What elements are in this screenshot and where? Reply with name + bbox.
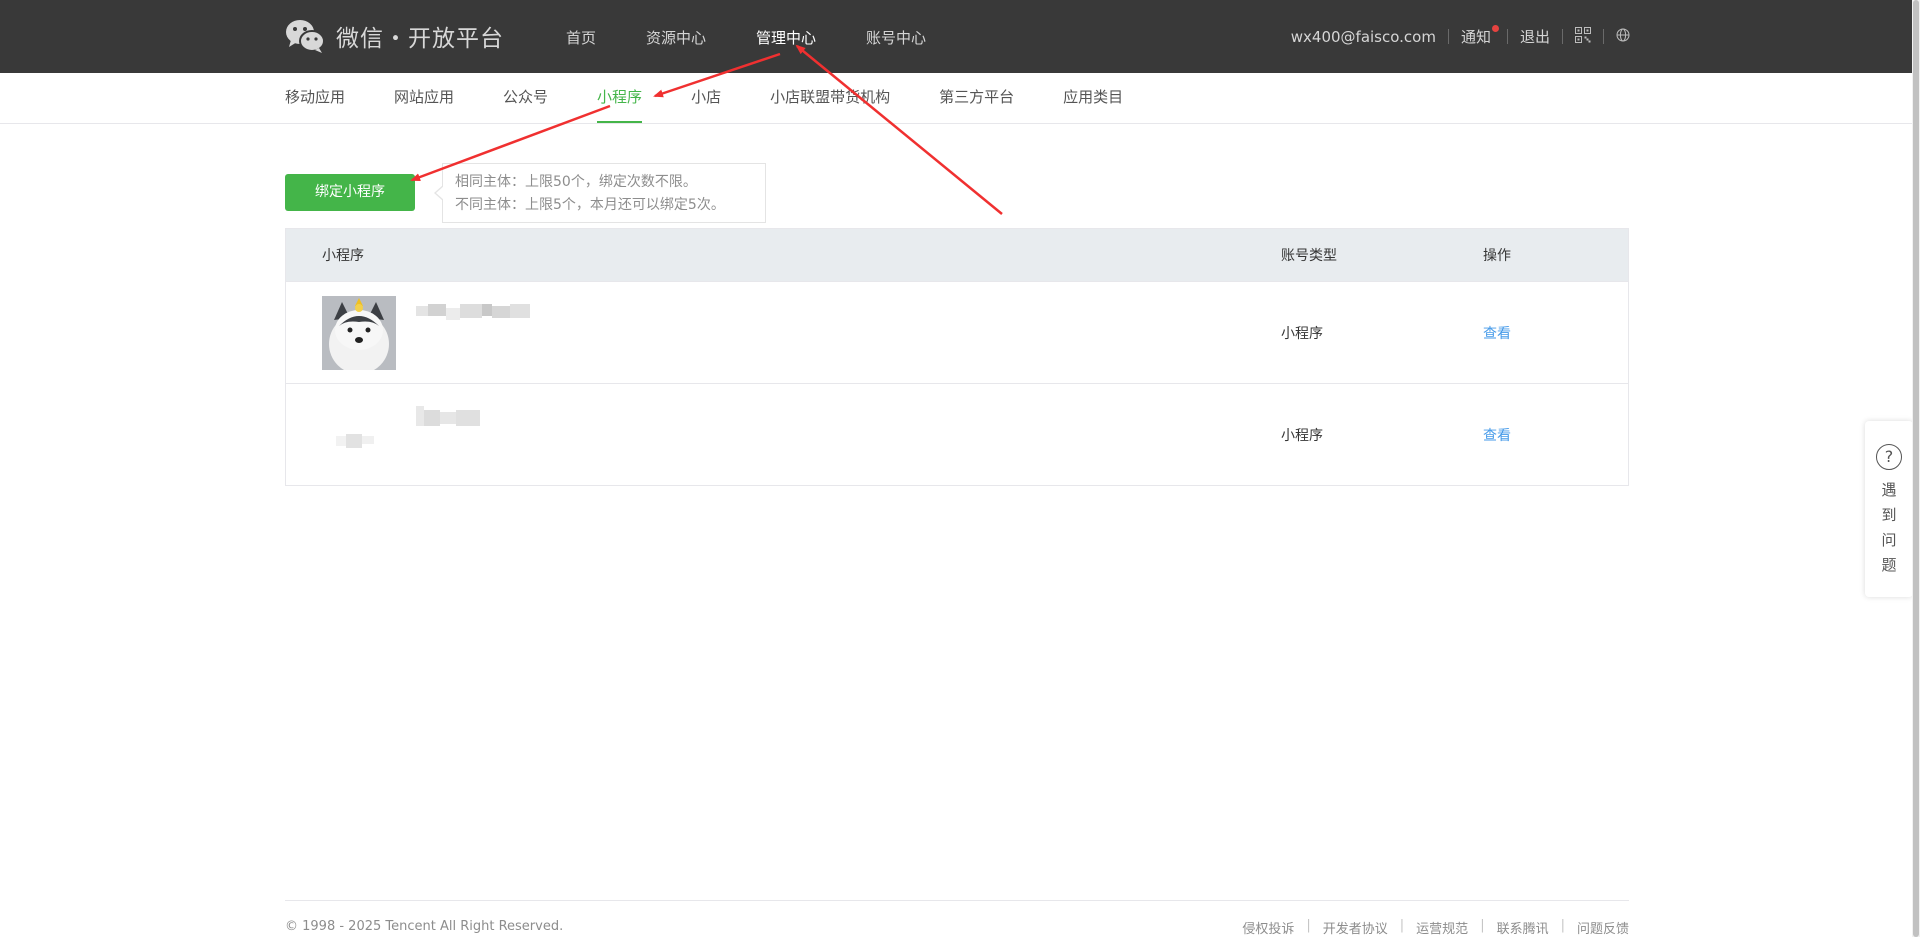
footer-link-contact[interactable]: 联系腾讯 [1497, 918, 1549, 937]
main-nav: 首页 资源中心 管理中心 账号中心 [566, 0, 976, 73]
divider [1562, 29, 1563, 44]
footer-separator: | [1560, 918, 1565, 933]
account-type: 小程序 [1281, 427, 1323, 444]
notice-dot [1491, 25, 1499, 32]
help-float-button[interactable]: ? 遇 到 问 题 [1865, 421, 1913, 597]
column-header-type: 账号类型 [1281, 248, 1337, 264]
logo-text: 微信・开放平台 [336, 26, 504, 52]
divider [1603, 29, 1604, 44]
subnav-third-party[interactable]: 第三方平台 [939, 73, 1014, 123]
notice-link[interactable]: 通知 [1460, 25, 1499, 47]
footer-link-dev-agreement[interactable]: 开发者协议 [1323, 918, 1388, 937]
logout-link[interactable]: 退出 [1520, 26, 1550, 47]
help-char: 到 [1881, 506, 1897, 524]
user-area: wx400@faisco.com 通知 退出 [1291, 0, 1630, 73]
footer-divider [285, 900, 1629, 901]
subnav-shop-alliance[interactable]: 小店联盟带货机构 [770, 73, 890, 123]
qrcode-icon[interactable] [1575, 26, 1591, 47]
subnav-mini-program[interactable]: 小程序 [597, 73, 643, 123]
subnav-shop[interactable]: 小店 [691, 73, 721, 123]
divider [1506, 29, 1508, 44]
main-nav-management[interactable]: 管理中心 [756, 0, 816, 73]
footer-link-infringement[interactable]: 侵权投诉 [1242, 918, 1294, 937]
logo[interactable]: 微信・开放平台 [285, 18, 504, 54]
tip-line: 相同主体：上限50个，绑定次数不限。 [455, 174, 697, 190]
subnav-website-app[interactable]: 网站应用 [394, 73, 454, 123]
mini-program-avatar [322, 295, 396, 370]
bind-limit-tip: 相同主体：上限50个，绑定次数不限。 不同主体：上限5个，本月还可以绑定5次。 [434, 163, 766, 223]
column-header-name: 小程序 [322, 248, 364, 264]
bind-mini-program-button[interactable]: 绑定小程序 [285, 174, 415, 211]
table-row: 小程序 查看 [286, 383, 1628, 485]
help-char: 问 [1881, 531, 1897, 549]
tip-line: 不同主体：上限5个，本月还可以绑定5次。 [455, 197, 725, 213]
copyright-text: © 1998 - 2025 Tencent All Right Reserved… [285, 919, 564, 934]
sub-nav: 移动应用 网站应用 公众号 小程序 小店 小店联盟带货机构 第三方平台 应用类目 [0, 73, 1920, 124]
account-type: 小程序 [1281, 325, 1323, 342]
footer-links: 侵权投诉 | 开发者协议 | 运营规范 | 联系腾讯 | 问题反馈 [1242, 918, 1629, 937]
footer-separator: | [1480, 918, 1485, 933]
view-link[interactable]: 查看 [1483, 428, 1511, 444]
blurred-name [416, 302, 530, 322]
mini-program-cell [286, 384, 1281, 485]
subnav-app-category[interactable]: 应用类目 [1063, 73, 1123, 123]
table-header: 小程序 账号类型 操作 [286, 229, 1628, 281]
help-char: 遇 [1881, 481, 1897, 499]
subnav-official-account[interactable]: 公众号 [503, 73, 548, 123]
mini-program-cell [286, 282, 1281, 383]
blurred-name [416, 404, 486, 426]
help-char: 题 [1881, 556, 1897, 574]
footer-separator: | [1399, 918, 1405, 933]
main-nav-home[interactable]: 首页 [566, 0, 596, 73]
mini-program-table: 小程序 账号类型 操作 小程序 查看 小程序 查看 [285, 228, 1629, 486]
question-icon: ? [1876, 444, 1902, 470]
footer-link-operation-rules[interactable]: 运营规范 [1416, 918, 1468, 937]
user-email[interactable]: wx400@faisco.com [1291, 28, 1436, 46]
divider [1447, 29, 1449, 44]
help-text: 遇 到 问 题 [1881, 478, 1897, 578]
globe-icon[interactable] [1616, 28, 1630, 46]
subnav-mobile-app[interactable]: 移动应用 [285, 73, 345, 123]
scrollbar-track[interactable] [1912, 0, 1920, 937]
top-header: 微信・开放平台 首页 资源中心 管理中心 账号中心 wx400@faisco.c… [0, 0, 1920, 73]
footer-separator: | [1306, 918, 1311, 933]
view-link[interactable]: 查看 [1483, 326, 1511, 342]
main-nav-resources[interactable]: 资源中心 [646, 0, 706, 73]
main-nav-account[interactable]: 账号中心 [866, 0, 926, 73]
table-row: 小程序 查看 [286, 281, 1628, 383]
notice-label: 通知 [1460, 28, 1491, 46]
scrollbar-thumb[interactable] [1913, 0, 1919, 937]
mini-program-avatar [322, 398, 396, 472]
wechat-logo-icon [285, 18, 325, 54]
footer-link-feedback[interactable]: 问题反馈 [1577, 918, 1629, 937]
column-header-op: 操作 [1483, 248, 1511, 264]
